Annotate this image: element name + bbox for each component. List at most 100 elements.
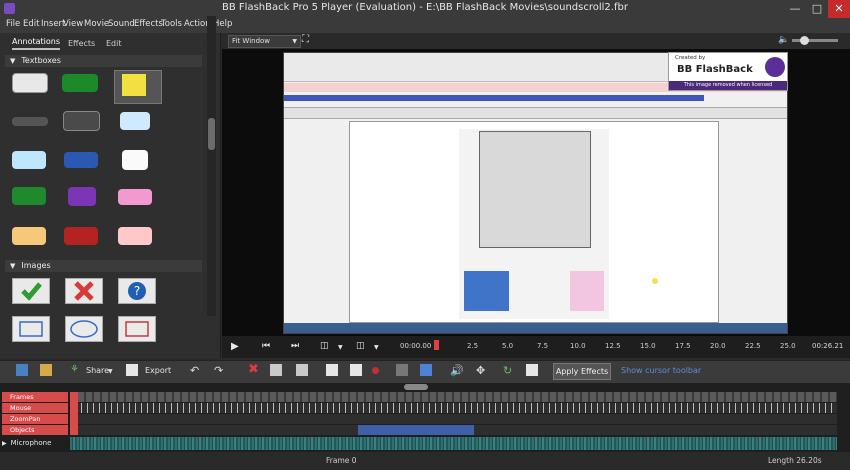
tick-label: 5.0 bbox=[502, 342, 514, 350]
image-check[interactable] bbox=[12, 278, 50, 304]
textbox-green[interactable] bbox=[62, 74, 98, 92]
playhead[interactable] bbox=[434, 340, 439, 350]
section-textboxes[interactable]: ▼ Textboxes bbox=[5, 55, 202, 67]
frame-step-icon[interactable]: ◫ bbox=[320, 341, 329, 351]
textbox-white[interactable] bbox=[122, 150, 148, 170]
delete-icon[interactable]: ✖ bbox=[248, 362, 259, 377]
track-label-objects[interactable]: Objects bbox=[2, 425, 68, 435]
highlight-tool-icon[interactable] bbox=[420, 364, 432, 376]
maximize-button[interactable]: □ bbox=[806, 0, 828, 18]
scroll-thumb[interactable] bbox=[208, 118, 215, 150]
volume-handle[interactable] bbox=[800, 36, 809, 45]
image-rect-blue[interactable] bbox=[12, 316, 50, 342]
menu-file[interactable]: File bbox=[6, 19, 20, 29]
recorded-app-ruler bbox=[284, 107, 787, 119]
next-icon[interactable]: ⏭ bbox=[291, 341, 299, 351]
volume-icon[interactable]: 🔈 bbox=[778, 35, 789, 45]
tab-annotations[interactable]: Annotations bbox=[12, 37, 61, 50]
chevron-down-icon[interactable]: ▼ bbox=[108, 368, 113, 375]
created-by-label: Created by bbox=[675, 55, 706, 61]
textbox-green-callout[interactable] bbox=[12, 187, 46, 205]
volume-slider[interactable] bbox=[792, 39, 838, 42]
textbox-sticky-note[interactable] bbox=[122, 74, 146, 96]
menu-movie[interactable]: Movie bbox=[84, 19, 109, 29]
menu-edit[interactable]: Edit bbox=[23, 19, 39, 29]
zoom-select[interactable]: Fit Window ▼ bbox=[228, 35, 301, 48]
apply-effects-button[interactable]: Apply Effects bbox=[553, 363, 611, 380]
textbox-dark-small[interactable] bbox=[12, 117, 48, 126]
tab-edit[interactable]: Edit bbox=[106, 39, 122, 48]
image-tool-icon[interactable] bbox=[350, 364, 362, 376]
close-button[interactable]: ✕ bbox=[828, 0, 850, 18]
textbox-blue[interactable] bbox=[64, 152, 98, 168]
audio-track-label[interactable]: ▶ Microphone bbox=[2, 437, 68, 449]
track-label-frames[interactable]: Frames bbox=[2, 392, 68, 402]
export-icon[interactable] bbox=[126, 364, 138, 376]
record-icon[interactable] bbox=[372, 367, 379, 374]
image-ellipse-blue[interactable] bbox=[65, 316, 103, 342]
export-button[interactable]: Export bbox=[145, 366, 171, 375]
textbox-red[interactable] bbox=[64, 227, 98, 245]
left-panel-scrollbar[interactable] bbox=[207, 16, 216, 316]
track-label-mouse[interactable]: Mouse bbox=[2, 403, 68, 413]
image-question[interactable]: ? bbox=[118, 278, 156, 304]
zoompan-track[interactable] bbox=[70, 414, 837, 424]
recorded-track-blue bbox=[284, 95, 704, 101]
chevron-down-icon[interactable]: ▼ bbox=[374, 344, 379, 351]
textbox-purple[interactable] bbox=[68, 187, 96, 206]
loop-icon[interactable]: ◫ bbox=[356, 341, 365, 351]
textbox-orange[interactable] bbox=[12, 227, 46, 245]
menu-tools[interactable]: Tools bbox=[161, 19, 182, 29]
previous-icon[interactable]: ⏮ bbox=[262, 341, 270, 351]
textbox-lightred[interactable] bbox=[118, 227, 152, 245]
textbox-lightblue-callout[interactable] bbox=[120, 112, 150, 130]
fullscreen-icon[interactable]: ⛶ bbox=[302, 34, 309, 45]
show-cursor-toolbar-link[interactable]: Show cursor toolbar bbox=[621, 366, 701, 375]
expand-arrow-icon: ▶ bbox=[2, 440, 7, 447]
mouse-track[interactable] bbox=[70, 403, 837, 413]
share-button[interactable]: Share bbox=[86, 366, 109, 375]
share-icon[interactable]: ⚘ bbox=[70, 364, 79, 375]
refresh-icon[interactable]: ↻ bbox=[503, 364, 512, 377]
undo-icon[interactable]: ↶ bbox=[190, 364, 199, 377]
cut-frames-icon[interactable] bbox=[270, 364, 282, 376]
menu-bar: File Edit Insert View Movie Sound Effect… bbox=[0, 18, 850, 33]
cursor-icon[interactable]: ✥ bbox=[476, 364, 485, 377]
textbox-white-callout[interactable] bbox=[12, 73, 48, 93]
image-cross[interactable] bbox=[65, 278, 103, 304]
track-label-zoompan[interactable]: ZoomPan bbox=[2, 414, 68, 424]
textbox-tool-icon[interactable] bbox=[326, 364, 338, 376]
open-folder-icon[interactable] bbox=[40, 364, 52, 376]
blur-tool-icon[interactable] bbox=[396, 364, 408, 376]
menu-insert[interactable]: Insert bbox=[41, 19, 65, 29]
tick-label: 12.5 bbox=[605, 342, 621, 350]
image-rect-red[interactable] bbox=[118, 316, 156, 342]
object-clip[interactable] bbox=[358, 425, 474, 435]
collapse-arrow-icon: ▼ bbox=[10, 57, 16, 65]
textbox-gray-callout[interactable] bbox=[63, 111, 100, 131]
microphone-waveform[interactable] bbox=[70, 437, 837, 450]
end-time: 00:26.21 bbox=[812, 342, 844, 350]
play-icon[interactable]: ▶ bbox=[231, 341, 239, 352]
menu-view[interactable]: View bbox=[63, 19, 83, 29]
textbox-pink[interactable] bbox=[118, 189, 152, 205]
section-images[interactable]: ▼ Images bbox=[5, 260, 202, 272]
insert-frame-icon[interactable] bbox=[296, 364, 308, 376]
frames-track[interactable] bbox=[70, 392, 837, 402]
menu-effects[interactable]: Effects bbox=[134, 19, 163, 29]
redo-icon[interactable]: ↷ bbox=[214, 364, 223, 377]
pan-zoom-icon[interactable] bbox=[526, 364, 538, 376]
textbox-lightblue[interactable] bbox=[12, 151, 46, 169]
chevron-down-icon[interactable]: ▼ bbox=[338, 344, 343, 351]
minimize-button[interactable]: — bbox=[784, 0, 806, 18]
save-icon[interactable] bbox=[16, 364, 28, 376]
mouse-cursor-highlight bbox=[652, 278, 658, 284]
frame-counter: Frame 0 bbox=[326, 456, 357, 465]
svg-text:?: ? bbox=[134, 284, 140, 298]
menu-sound[interactable]: Sound bbox=[108, 19, 135, 29]
tick-label: 25.0 bbox=[780, 342, 796, 350]
timeline-start-marker[interactable] bbox=[70, 392, 78, 435]
timeline-scroll-thumb[interactable] bbox=[404, 384, 428, 390]
tab-effects[interactable]: Effects bbox=[68, 39, 95, 48]
sound-icon[interactable]: 🔊 bbox=[450, 364, 464, 377]
